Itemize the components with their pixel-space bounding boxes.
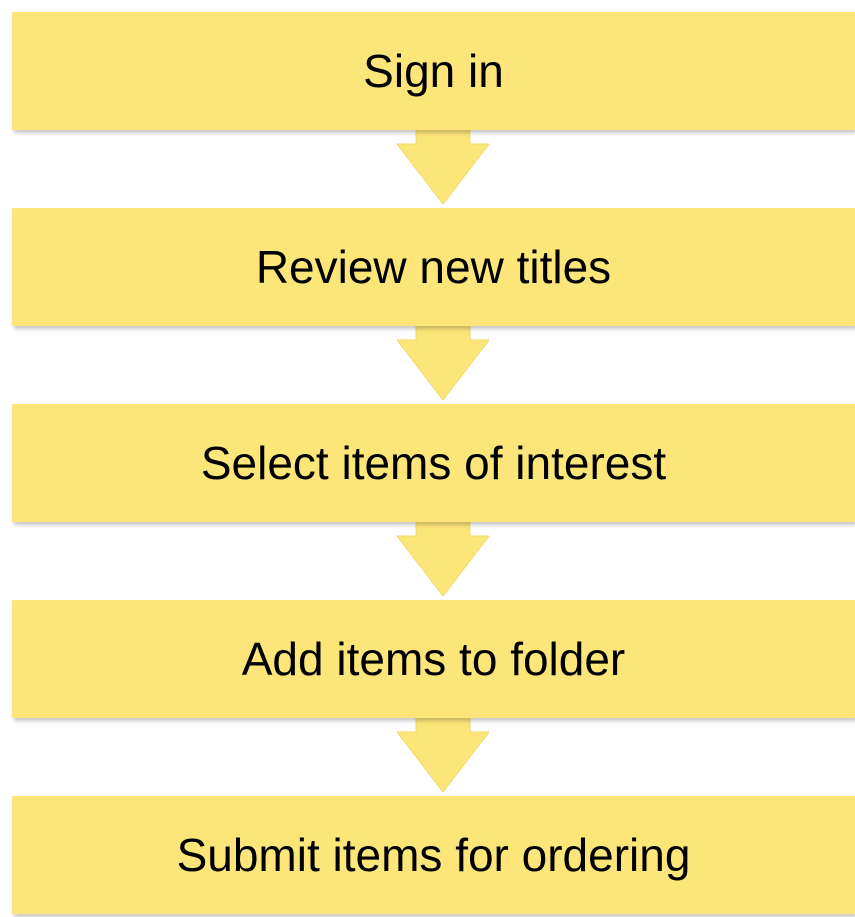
step-sign-in: Sign in — [12, 12, 855, 130]
arrow-down-icon — [397, 516, 489, 596]
step-label: Submit items for ordering — [176, 829, 691, 881]
arrow-down-icon — [397, 320, 489, 400]
arrow-down-icon — [397, 712, 489, 792]
step-label: Review new titles — [255, 241, 612, 293]
step-label: Sign in — [363, 45, 504, 97]
step-label: Select items of interest — [200, 437, 667, 489]
step-label: Add items to folder — [241, 633, 626, 685]
process-flowchart: Sign in Review new titles Select items o… — [0, 0, 855, 917]
arrow-down-icon — [397, 124, 489, 204]
step-review-new-titles: Review new titles — [12, 208, 855, 326]
step-select-items: Select items of interest — [12, 404, 855, 522]
step-submit-items: Submit items for ordering — [12, 796, 855, 914]
step-add-items-to-folder: Add items to folder — [12, 600, 855, 718]
